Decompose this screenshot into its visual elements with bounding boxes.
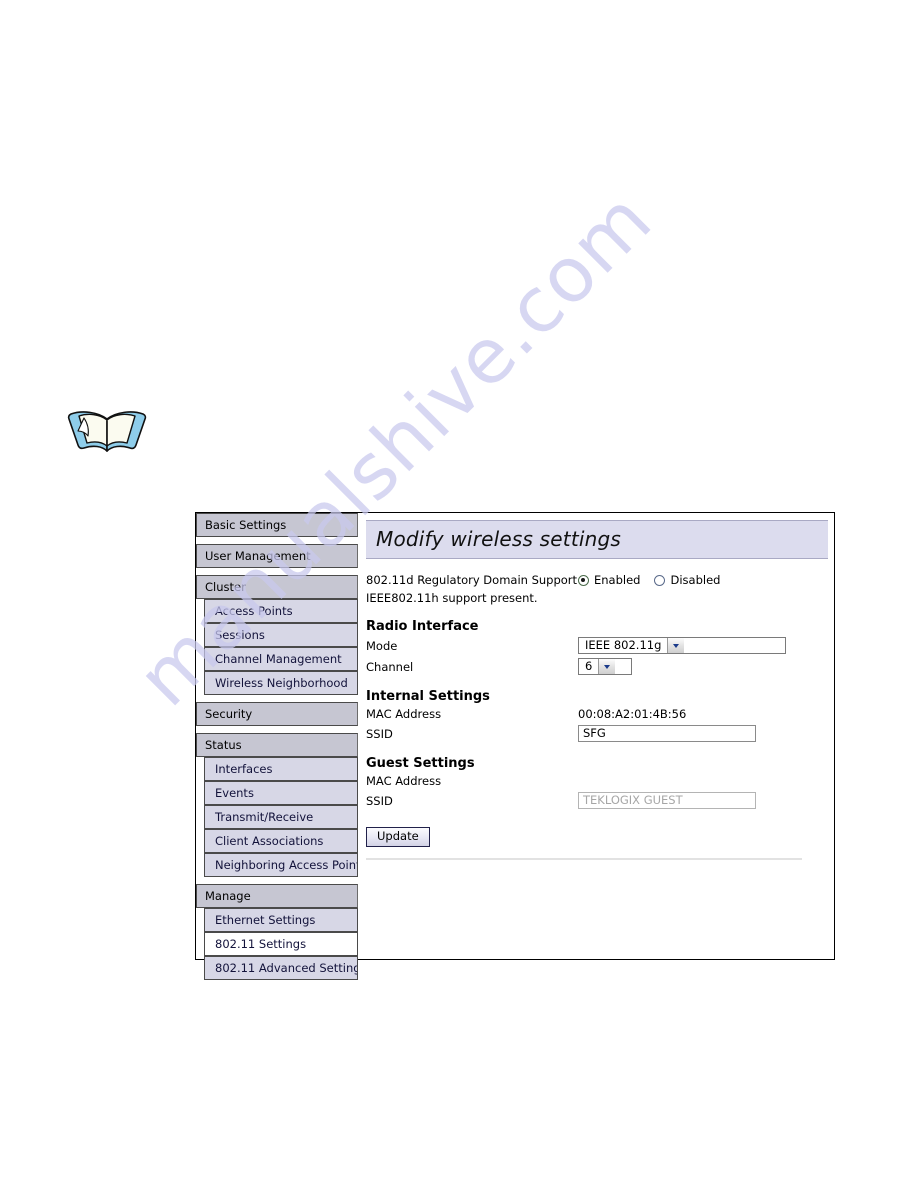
radio-enabled[interactable]: Enabled: [578, 573, 640, 587]
sidebar-navigation: Basic Settings User Management Cluster Acce…: [196, 513, 358, 980]
guest-ssid-row: SSID TEKLOGIX GUEST: [366, 792, 826, 809]
internal-ssid-input[interactable]: SFG: [578, 725, 756, 742]
open-book-icon: [62, 405, 152, 460]
sidebar-item-user-management[interactable]: User Management: [196, 544, 358, 568]
sidebar-item-basic-settings[interactable]: Basic Settings: [196, 513, 358, 537]
radio-enabled-label: Enabled: [594, 573, 641, 587]
mode-label: Mode: [366, 638, 398, 653]
radio-unselected-icon[interactable]: [654, 574, 666, 586]
sidebar-item-transmit-receive[interactable]: Transmit/Receive: [204, 805, 358, 829]
sidebar-item-manage[interactable]: Manage: [196, 884, 358, 908]
channel-select[interactable]: 6: [578, 658, 632, 675]
mode-select[interactable]: IEEE 802.11g: [578, 637, 786, 654]
sidebar-item-channel-management[interactable]: Channel Management: [204, 647, 358, 671]
sidebar-item-access-points[interactable]: Access Points: [204, 599, 358, 623]
content-panel: Modify wireless settings 802.11d Regulat…: [358, 513, 834, 959]
guest-settings-heading: Guest Settings: [366, 756, 475, 771]
channel-label: Channel: [366, 659, 414, 674]
internal-ssid-row: SSID SFG: [366, 725, 826, 742]
sidebar-item-ethernet-settings[interactable]: Ethernet Settings: [204, 908, 358, 932]
channel-row: Channel 6: [366, 658, 826, 675]
sidebar-item-sessions[interactable]: Sessions: [204, 623, 358, 647]
internal-ssid-label: SSID: [366, 726, 393, 741]
mode-row: Mode IEEE 802.11g: [366, 637, 826, 654]
radio-disabled[interactable]: Disabled: [654, 573, 720, 587]
radio-interface-heading: Radio Interface: [366, 619, 479, 634]
mode-select-value: IEEE 802.11g: [585, 638, 662, 652]
wireless-settings-form: 802.11d Regulatory Domain Support Enable…: [358, 559, 834, 860]
chevron-down-icon[interactable]: [598, 659, 616, 674]
internal-settings-heading: Internal Settings: [366, 689, 490, 704]
access-point-admin-window: Basic Settings User Management Cluster Acce…: [195, 512, 835, 980]
guest-mac-label: MAC Address: [366, 774, 442, 788]
internal-mac-row: MAC Address 00:08:A2:01:4B:56: [366, 707, 826, 721]
sidebar-item-status[interactable]: Status: [196, 733, 358, 757]
sidebar-item-client-associations[interactable]: Client Associations: [204, 829, 358, 853]
sidebar-item-neighboring-access-points[interactable]: Neighboring Access Points: [204, 853, 358, 877]
regulatory-domain-label: 802.11d Regulatory Domain Support: [366, 573, 578, 587]
guest-ssid-label: SSID: [366, 793, 393, 808]
sidebar-item-security[interactable]: Security: [196, 702, 358, 726]
sidebar-item-interfaces[interactable]: Interfaces: [204, 757, 358, 781]
guest-mac-row: MAC Address: [366, 774, 826, 788]
sidebar-item-cluster[interactable]: Cluster: [196, 575, 358, 599]
internal-mac-label: MAC Address: [366, 707, 442, 721]
chevron-down-icon[interactable]: [667, 638, 685, 653]
update-button[interactable]: Update: [366, 827, 430, 847]
page-title: Modify wireless settings: [366, 520, 828, 559]
channel-select-value: 6: [585, 659, 593, 673]
guest-ssid-input[interactable]: TEKLOGIX GUEST: [578, 792, 756, 809]
radio-disabled-label: Disabled: [670, 573, 721, 587]
regulatory-domain-radio-group[interactable]: Enabled Disabled: [578, 573, 734, 587]
regulatory-domain-row: 802.11d Regulatory Domain Support Enable…: [366, 573, 826, 587]
sidebar-item-events[interactable]: Events: [204, 781, 358, 805]
radio-selected-icon[interactable]: [578, 574, 589, 586]
internal-mac-value: 00:08:A2:01:4B:56: [578, 707, 687, 721]
sidebar-item-wireless-neighborhood[interactable]: Wireless Neighborhood: [204, 671, 358, 695]
support-note: IEEE802.11h support present.: [366, 591, 538, 605]
section-divider: [366, 858, 802, 860]
sidebar-item-802-11-advanced-settings[interactable]: 802.11 Advanced Settings: [204, 956, 358, 980]
sidebar-item-802-11-settings[interactable]: 802.11 Settings: [204, 932, 358, 956]
